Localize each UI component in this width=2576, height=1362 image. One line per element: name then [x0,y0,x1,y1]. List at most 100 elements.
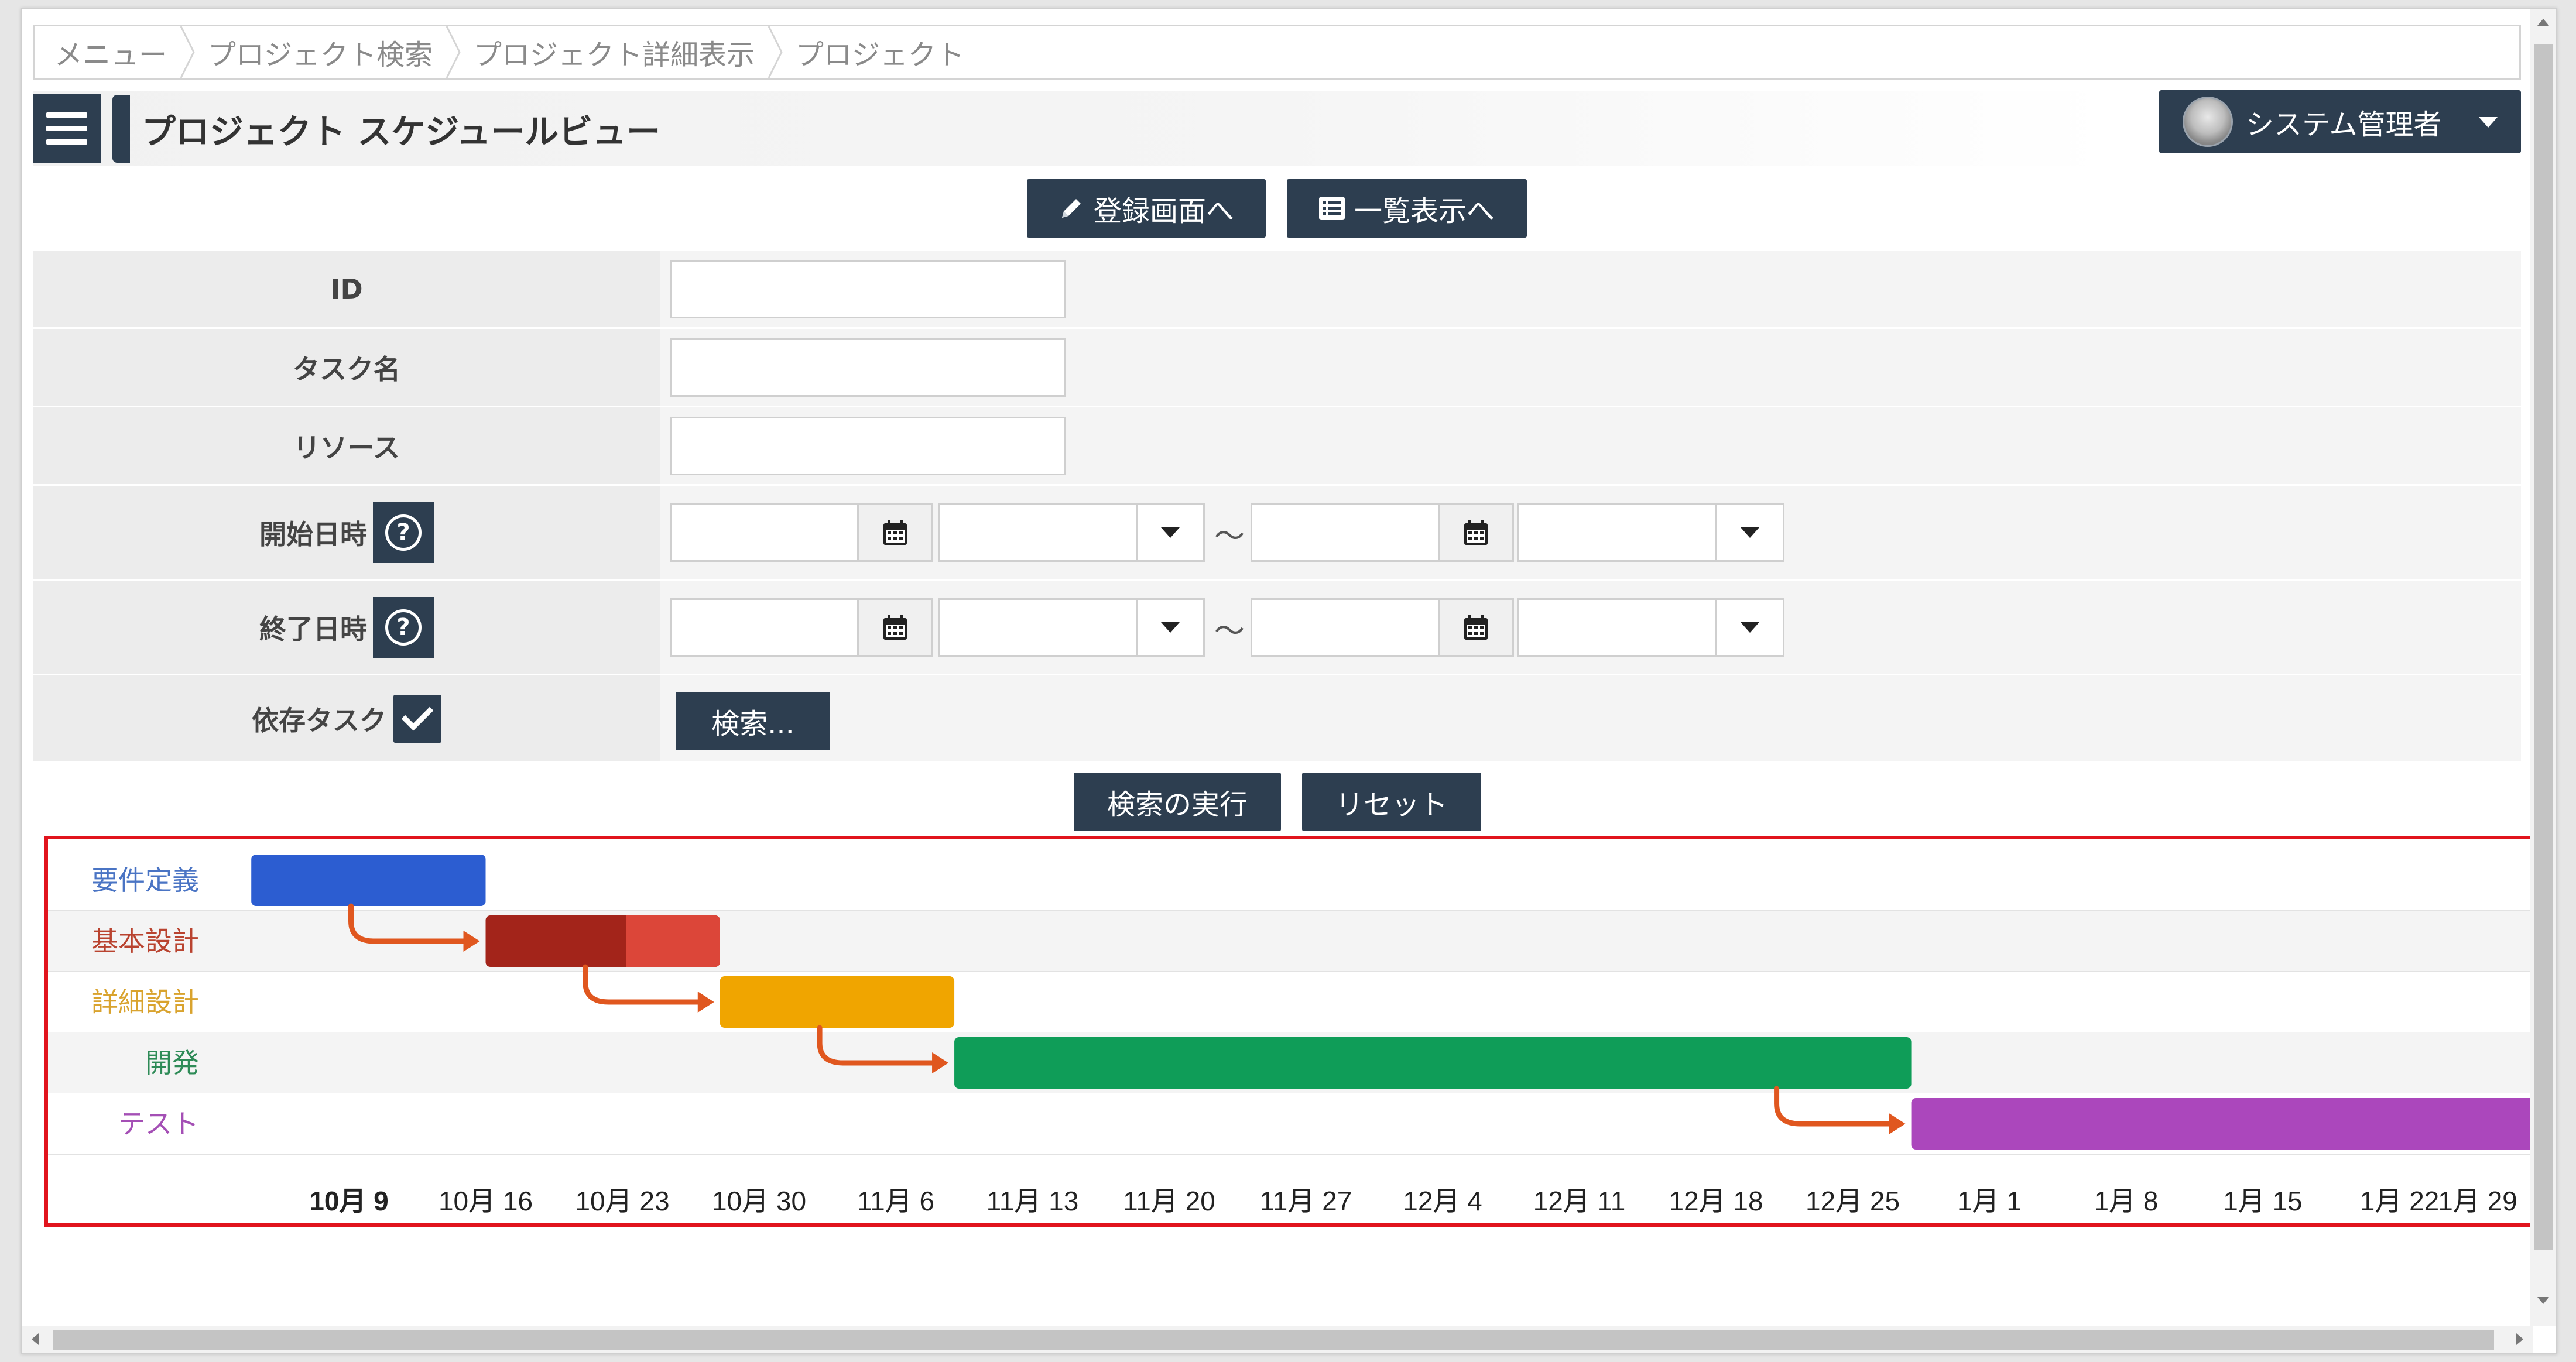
calendar-icon[interactable] [1438,598,1514,657]
gantt-task-label: テスト [118,1108,199,1140]
execute-search-button[interactable]: 検索の実行 [1074,773,1281,831]
resource-input[interactable] [670,417,1066,475]
axis-tick-label: 11月 6 [857,1186,934,1216]
vertical-scroll-thumb[interactable] [2534,44,2553,1250]
form-row-dependency: 依存タスク 検索... [33,675,2521,763]
gantt-bar[interactable] [720,976,955,1028]
breadcrumb-label: プロジェクト [796,39,965,71]
form-row-task: タスク名 [33,329,2521,407]
axis-tick-label: 10月 23 [575,1186,669,1216]
gantt-bar[interactable] [954,1037,1912,1089]
end-date-from-input[interactable] [670,598,859,657]
reset-label: リセット [1335,788,1448,821]
breadcrumb-item-menu[interactable]: メニュー [35,26,195,78]
register-screen-label: 登録画面へ [1093,195,1234,228]
gantt-task-label: 要件定義 [91,864,199,896]
vertical-scrollbar[interactable] [2530,9,2556,1326]
reset-button[interactable]: リセット [1302,773,1481,831]
id-label: ID [33,251,660,327]
gantt-chart: 要件定義 基本設計 詳細設計 開発 テスト 10月 9 10月 16 10月 23 10月 30… [44,836,2551,1227]
axis-tick-label: 11月 27 [1260,1186,1352,1216]
checkbox-checked-icon[interactable] [393,694,441,743]
gantt-bar-remaining [626,915,720,967]
start-time-from-select[interactable] [938,503,1138,562]
dependency-search-button[interactable]: 検索... [676,692,830,750]
axis-tick-label: 10月 30 [712,1186,806,1216]
end-date-to-input[interactable] [1251,598,1440,657]
title-bar: プロジェクト スケジュールビュー [33,91,2111,166]
gantt-svg: 要件定義基本設計詳細設計開発テスト 10月 9 10月 16 10月 23 10月 30… [48,850,2548,1216]
caret-down-icon[interactable] [1136,598,1205,657]
axis-tick-label: 10月 9 [309,1186,389,1216]
gantt-bar[interactable] [251,855,486,906]
caret-down-icon[interactable] [1715,598,1784,657]
gantt-task-label: 基本設計 [91,925,199,957]
help-icon[interactable]: ? [373,502,434,563]
calendar-icon[interactable] [857,598,933,657]
help-glyph: ? [385,514,422,551]
user-menu-button[interactable]: システム管理者 [2159,90,2521,153]
end-label-cell: 終了日時 ? [33,581,660,674]
end-time-from-select[interactable] [938,598,1138,657]
scroll-left-icon[interactable] [32,1333,39,1345]
user-name: システム管理者 [2246,108,2442,141]
form-row-start: 開始日時 ? ～ [33,486,2521,581]
avatar [2183,97,2233,147]
horizontal-scrollbar[interactable] [22,1326,2533,1353]
scroll-down-icon[interactable] [2537,1297,2549,1304]
range-separator: ～ [1214,519,1245,554]
end-label-wrap: 終了日時 ? [259,596,434,658]
breadcrumb: メニュー プロジェクト検索 プロジェクト詳細表示 プロジェクト [33,25,2521,80]
scroll-right-icon[interactable] [2516,1333,2523,1345]
task-name-label: タスク名 [33,329,660,406]
help-glyph: ? [385,609,422,646]
horizontal-scroll-thumb[interactable] [53,1330,2494,1350]
task-name-input[interactable] [670,338,1066,397]
execute-search-label: 検索の実行 [1107,788,1248,821]
axis-tick-label: 1月 15 [2223,1186,2303,1216]
breadcrumb-label: メニュー [54,39,167,71]
depend-label-cell: 依存タスク [33,675,660,761]
axis-tick-label: 1月 29 [2438,1186,2517,1216]
axis-tick-label: 11月 13 [986,1186,1079,1216]
hamburger-menu-icon[interactable] [33,94,101,163]
axis-tick-label: 11月 20 [1123,1186,1215,1216]
list-view-label: 一覧表示へ [1354,195,1495,228]
calendar-icon[interactable] [857,503,933,562]
start-date-from-input[interactable] [670,503,859,562]
gantt-bar[interactable] [1911,1098,2548,1150]
start-datetime-label: 開始日時 [259,518,367,550]
breadcrumb-item-project-detail[interactable]: プロジェクト詳細表示 [454,26,783,78]
calendar-icon[interactable] [1438,503,1514,562]
page-title: プロジェクト スケジュールビュー [142,112,661,152]
breadcrumb-label: プロジェクト検索 [208,39,433,71]
axis-tick-label: 1月 8 [2094,1186,2159,1216]
list-icon [1318,197,1345,220]
depend-label-wrap: 依存タスク [252,694,441,743]
list-view-button[interactable]: 一覧表示へ [1287,179,1527,238]
gantt-task-label: 開発 [145,1047,199,1079]
pencil-icon [1059,195,1084,221]
breadcrumb-item-project-search[interactable]: プロジェクト検索 [188,26,461,78]
register-screen-button[interactable]: 登録画面へ [1027,179,1266,238]
end-datetime-label: 終了日時 [259,613,367,645]
caret-down-icon [2479,117,2498,128]
caret-down-icon[interactable] [1136,503,1205,562]
dependency-search-label: 検索... [711,708,794,740]
start-time-to-select[interactable] [1517,503,1718,562]
caret-down-icon[interactable] [1715,503,1784,562]
gantt-task-label: 詳細設計 [91,986,199,1018]
form-row-end: 終了日時 ? ～ [33,581,2521,675]
axis-tick-label: 12月 18 [1669,1186,1763,1216]
gantt-lane [48,972,2548,1032]
id-input[interactable] [670,260,1066,318]
range-separator: ～ [1214,614,1245,649]
title-accent [112,95,130,163]
start-date-to-input[interactable] [1251,503,1440,562]
scroll-up-icon[interactable] [2537,19,2549,26]
dependency-task-label: 依存タスク [252,704,386,736]
axis-tick-label: 1月 22 [2360,1186,2440,1216]
end-time-to-select[interactable] [1517,598,1718,657]
help-icon[interactable]: ? [373,596,434,658]
resource-label: リソース [33,407,660,484]
